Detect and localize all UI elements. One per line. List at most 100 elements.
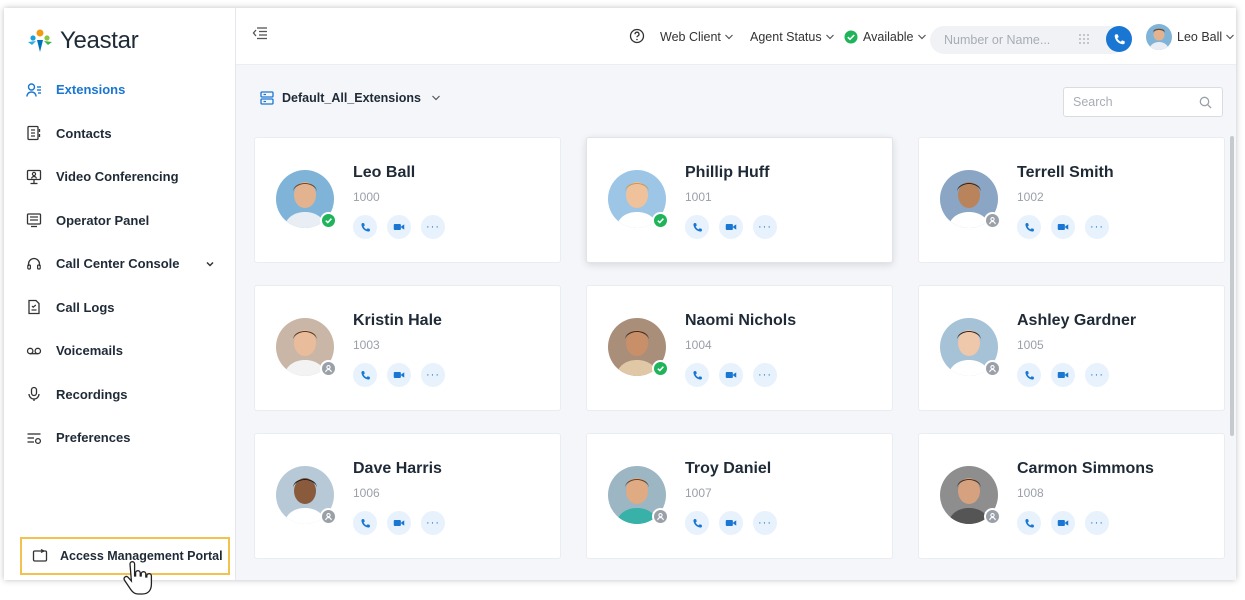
extension-card[interactable]: Dave Harris 1006 ··· — [254, 433, 561, 559]
extension-name: Troy Daniel — [685, 460, 772, 477]
sidebar-item-operator-panel[interactable]: Operator Panel — [4, 199, 235, 243]
more-icon: ··· — [758, 220, 772, 233]
available-status-icon — [652, 212, 669, 229]
extension-card[interactable]: Terrell Smith 1002 ··· — [918, 137, 1225, 263]
more-icon: ··· — [1090, 368, 1104, 381]
video-call-button[interactable] — [719, 363, 743, 387]
more-actions-button[interactable]: ··· — [421, 511, 445, 535]
sidebar-item-recordings[interactable]: Recordings — [4, 373, 235, 417]
main-content: Default_All_Extensions Search Leo Ball 10… — [236, 65, 1236, 580]
video-call-button[interactable] — [719, 511, 743, 535]
web-client-menu[interactable]: Web Client — [660, 30, 734, 44]
phone-icon — [1024, 370, 1034, 380]
available-status-icon — [652, 360, 669, 377]
call-button[interactable] — [1017, 363, 1041, 387]
sidebar-item-call-center-console[interactable]: Call Center Console — [4, 242, 235, 286]
call-button[interactable] — [685, 215, 709, 239]
sidebar-item-voicemails[interactable]: Voicemails — [4, 329, 235, 373]
sidebar-item-label: Voicemails — [56, 343, 123, 359]
extension-actions: ··· — [353, 511, 455, 535]
brand-name: Yeastar — [60, 27, 139, 54]
video-call-button[interactable] — [387, 511, 411, 535]
preferences-icon — [26, 430, 42, 446]
call-button[interactable] — [1017, 511, 1041, 535]
more-actions-button[interactable]: ··· — [1085, 363, 1109, 387]
microphone-icon — [26, 386, 42, 402]
extension-number: 1002 — [1017, 190, 1044, 204]
more-actions-button[interactable]: ··· — [753, 363, 777, 387]
extension-group-label: Default_All_Extensions — [282, 91, 421, 105]
sidebar-item-video-conferencing[interactable]: Video Conferencing — [4, 155, 235, 199]
call-button[interactable] — [353, 511, 377, 535]
sidebar-item-extensions[interactable]: Extensions — [4, 68, 235, 112]
video-camera-icon — [1057, 224, 1069, 230]
phone-icon — [1024, 222, 1034, 232]
chevron-down-icon — [1225, 30, 1235, 44]
video-call-button[interactable] — [719, 215, 743, 239]
sidebar-item-call-logs[interactable]: Call Logs — [4, 286, 235, 330]
more-actions-button[interactable]: ··· — [753, 215, 777, 239]
call-button[interactable] — [685, 363, 709, 387]
call-button[interactable] — [353, 363, 377, 387]
sidebar-item-label: Contacts — [56, 125, 112, 141]
extension-card[interactable]: Kristin Hale 1003 ··· — [254, 285, 561, 411]
collapse-sidebar-icon[interactable] — [252, 26, 268, 45]
call-button[interactable] — [353, 215, 377, 239]
extension-name: Naomi Nichols — [685, 312, 797, 329]
extension-number: 1007 — [685, 486, 712, 500]
sidebar-item-preferences[interactable]: Preferences — [4, 416, 235, 460]
portal-icon — [32, 548, 48, 564]
more-actions-button[interactable]: ··· — [421, 363, 445, 387]
voicemail-icon — [26, 343, 42, 359]
offline-status-icon — [320, 360, 337, 377]
sidebar-nav: Extensions Contacts Video Conferencing O… — [4, 68, 235, 460]
chevron-down-icon[interactable] — [205, 257, 215, 272]
more-actions-button[interactable]: ··· — [1085, 511, 1109, 535]
help-icon[interactable] — [629, 28, 645, 44]
dialpad-icon[interactable] — [1078, 33, 1090, 48]
video-call-button[interactable] — [387, 215, 411, 239]
sidebar-item-contacts[interactable]: Contacts — [4, 112, 235, 156]
user-menu[interactable]: Leo Ball — [1146, 24, 1235, 50]
video-call-button[interactable] — [1051, 215, 1075, 239]
agent-status-menu[interactable]: Agent Status — [750, 30, 835, 44]
more-icon: ··· — [758, 516, 772, 529]
contacts-icon — [26, 125, 42, 141]
more-icon: ··· — [426, 368, 440, 381]
extension-card[interactable]: Phillip Huff 1001 ··· — [586, 137, 893, 263]
sidebar-item-label: Video Conferencing — [56, 169, 179, 185]
offline-status-icon — [320, 508, 337, 525]
extension-card[interactable]: Naomi Nichols 1004 ··· — [586, 285, 893, 411]
more-icon: ··· — [758, 368, 772, 381]
extension-card[interactable]: Ashley Gardner 1005 ··· — [918, 285, 1225, 411]
extension-number: 1003 — [353, 338, 380, 352]
extension-card[interactable]: Leo Ball 1000 ··· — [254, 137, 561, 263]
phone-icon — [360, 370, 370, 380]
yeastar-logo[interactable]: Yeastar — [26, 26, 139, 56]
user-name: Leo Ball — [1177, 30, 1223, 44]
dial-search-input[interactable]: Number or Name... — [930, 26, 1126, 54]
extension-group-icon — [260, 91, 274, 105]
more-icon: ··· — [1090, 516, 1104, 529]
phone-icon — [692, 370, 702, 380]
extension-card[interactable]: Troy Daniel 1007 ··· — [586, 433, 893, 559]
availability-menu[interactable]: Available — [844, 30, 927, 44]
extension-group-selector[interactable]: Default_All_Extensions — [260, 91, 441, 105]
extension-card[interactable]: Carmon Simmons 1008 ··· — [918, 433, 1225, 559]
video-call-button[interactable] — [1051, 511, 1075, 535]
search-icon[interactable] — [1199, 96, 1212, 112]
call-button[interactable] — [685, 511, 709, 535]
dial-call-button[interactable] — [1106, 26, 1132, 52]
extension-search-input[interactable]: Search — [1063, 87, 1223, 117]
headset-icon — [26, 256, 42, 272]
more-actions-button[interactable]: ··· — [753, 511, 777, 535]
phone-icon — [1024, 518, 1034, 528]
more-actions-button[interactable]: ··· — [421, 215, 445, 239]
video-call-button[interactable] — [387, 363, 411, 387]
more-actions-button[interactable]: ··· — [1085, 215, 1109, 239]
extension-name: Leo Ball — [353, 164, 416, 181]
call-button[interactable] — [1017, 215, 1041, 239]
video-call-button[interactable] — [1051, 363, 1075, 387]
scrollbar[interactable] — [1230, 136, 1234, 436]
video-camera-icon — [725, 520, 737, 526]
